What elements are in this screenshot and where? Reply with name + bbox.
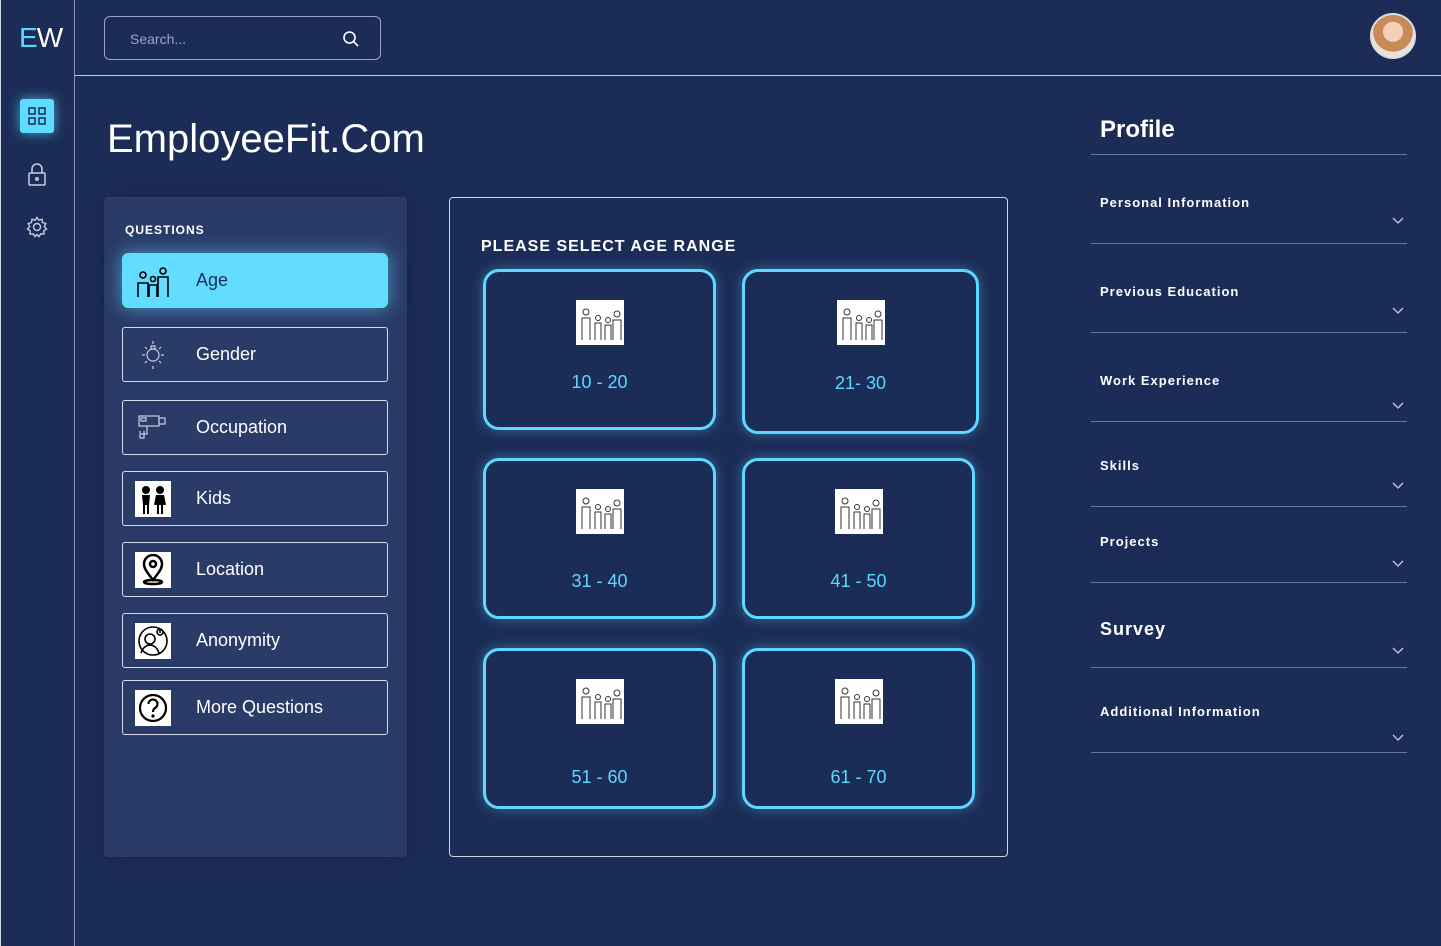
family-icon (834, 489, 883, 534)
age-range-card[interactable]: 51 - 60 (483, 648, 716, 809)
chevron-down-icon[interactable] (1392, 642, 1404, 660)
anonymity-icon (135, 622, 171, 659)
search-icon[interactable] (342, 30, 360, 53)
question-gender[interactable]: Gender (122, 327, 388, 382)
profile-divider (1091, 752, 1407, 753)
question-icon (135, 689, 171, 726)
question-location[interactable]: Location (122, 542, 388, 597)
family-icon (575, 489, 624, 534)
chevron-down-icon[interactable] (1392, 555, 1404, 573)
profile-divider (1091, 667, 1407, 668)
profile-item-projects[interactable]: Projects (1100, 534, 1159, 549)
age-range-label: 41 - 50 (830, 571, 887, 591)
age-range-heading: PLEASE SELECT AGE RANGE (481, 238, 737, 255)
question-anonymity[interactable]: Anonymity (122, 613, 388, 668)
age-range-card[interactable]: 31 - 40 (483, 458, 716, 619)
chevron-down-icon[interactable] (1392, 302, 1404, 320)
profile-divider (1091, 332, 1407, 333)
search-input[interactable]: Search... (104, 16, 381, 60)
profile-title: Profile (1100, 116, 1175, 143)
profile-item-skills[interactable]: Skills (1100, 458, 1140, 473)
age-range-label: 61 - 70 (830, 767, 887, 787)
family-icon (834, 679, 883, 724)
topbar-divider (75, 75, 1441, 76)
questions-panel: QUESTIONS Age Gender Occupation Kids Loc… (104, 197, 407, 857)
question-more-questions[interactable]: More Questions (122, 680, 388, 735)
location-pin-icon (135, 551, 171, 588)
lightbulb-icon (135, 337, 171, 373)
profile-item-personal-information[interactable]: Personal Information (1100, 195, 1250, 210)
question-label: Occupation (196, 417, 288, 437)
profile-item-survey[interactable]: Survey (1100, 619, 1166, 640)
profile-item-previous-education[interactable]: Previous Education (1100, 284, 1239, 299)
security-camera-icon (135, 410, 171, 446)
family-icon (135, 263, 171, 299)
age-range-card[interactable]: 21- 30 (742, 269, 979, 434)
settings-gear-icon[interactable] (20, 210, 54, 244)
profile-divider (1091, 582, 1407, 583)
family-icon (836, 300, 885, 345)
user-avatar[interactable] (1370, 13, 1416, 59)
profile-item-work-experience[interactable]: Work Experience (1100, 373, 1220, 388)
question-label: Anonymity (196, 630, 281, 650)
question-kids[interactable]: Kids (122, 471, 388, 526)
profile-divider (1091, 243, 1407, 244)
question-label: Location (196, 559, 265, 579)
app-logo[interactable]: EW (19, 22, 63, 54)
chevron-down-icon[interactable] (1392, 729, 1404, 747)
chevron-down-icon[interactable] (1392, 477, 1404, 495)
lock-icon[interactable] (20, 158, 54, 192)
left-sidebar: EW (0, 0, 75, 946)
age-range-panel: PLEASE SELECT AGE RANGE 10 - 20 21- 30 3… (449, 197, 1008, 857)
age-range-card[interactable]: 61 - 70 (742, 648, 975, 809)
question-label: Gender (196, 344, 257, 364)
age-range-label: 10 - 20 (571, 372, 628, 392)
question-label: Kids (196, 488, 232, 508)
profile-divider (1091, 421, 1407, 422)
page-title: EmployeeFit.Com (107, 117, 425, 161)
profile-item-additional-information[interactable]: Additional Information (1100, 704, 1261, 719)
question-label: More Questions (196, 697, 324, 717)
age-range-label: 21- 30 (834, 373, 887, 393)
kids-icon (135, 480, 171, 517)
question-age[interactable]: Age (122, 253, 388, 308)
chevron-down-icon[interactable] (1392, 212, 1404, 230)
family-icon (575, 300, 624, 345)
profile-divider (1091, 154, 1407, 155)
family-icon (575, 679, 624, 724)
age-range-card[interactable]: 10 - 20 (483, 269, 716, 430)
question-occupation[interactable]: Occupation (122, 400, 388, 455)
question-label: Age (196, 270, 229, 290)
chevron-down-icon[interactable] (1392, 397, 1404, 415)
age-range-label: 31 - 40 (571, 571, 628, 591)
questions-heading: QUESTIONS (125, 223, 205, 237)
search-placeholder: Search... (130, 31, 187, 47)
profile-divider (1091, 506, 1407, 507)
age-range-card[interactable]: 41 - 50 (742, 458, 975, 619)
dashboard-grid-icon[interactable] (20, 99, 54, 133)
age-range-label: 51 - 60 (571, 767, 628, 787)
